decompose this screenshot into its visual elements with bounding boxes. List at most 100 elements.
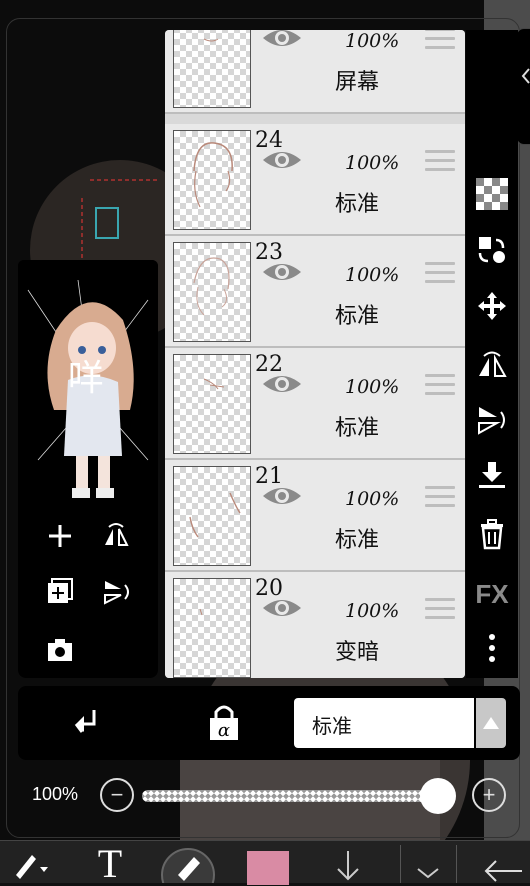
toolbar-divider [400, 845, 401, 883]
opacity-slider-row: 100% − + [18, 768, 520, 824]
clipping-button[interactable] [68, 704, 108, 744]
layer-thumbnail[interactable] [173, 130, 251, 230]
layer-blend-mode: 标准 [335, 304, 380, 329]
expand-menu-button[interactable] [408, 845, 448, 883]
text-tool-icon: T [97, 841, 123, 886]
drag-handle-icon[interactable] [425, 30, 455, 52]
layer-opacity: 100% [345, 376, 400, 398]
drag-handle-icon[interactable] [425, 598, 455, 622]
flip-horizontal-button[interactable] [474, 346, 510, 382]
layer-actions [18, 508, 158, 678]
alpha-lock-button[interactable]: α [204, 702, 244, 744]
down-arrow-button[interactable] [328, 845, 368, 883]
layer-blend-mode: 变暗 [335, 640, 380, 665]
eye-icon[interactable] [261, 258, 303, 286]
color-swatch-button[interactable] [246, 845, 290, 885]
eye-icon[interactable] [261, 30, 303, 52]
character-illustration: 咩 [18, 260, 158, 508]
blend-mode-select[interactable]: 标准 [294, 698, 474, 748]
drag-handle-icon[interactable] [425, 374, 455, 398]
more-vertical-icon [489, 634, 495, 662]
eye-icon[interactable] [261, 594, 303, 622]
eye-icon[interactable] [261, 370, 303, 398]
layer-list[interactable]: 25 100% 屏幕 24 100% 标准 23 [165, 30, 465, 678]
brush-tool-button[interactable] [10, 845, 54, 883]
layer-blend-mode: 屏幕 [335, 70, 380, 95]
eye-icon[interactable] [261, 146, 303, 174]
layer-blend-mode: 标准 [335, 528, 380, 553]
layer-thumbnail[interactable] [173, 242, 251, 342]
brush-settings-icon [16, 855, 48, 879]
collapse-panel-button[interactable] [516, 28, 530, 145]
flip-horizontal-icon [105, 523, 129, 546]
transparency-button[interactable] [474, 176, 510, 212]
plus-icon: + [482, 782, 496, 807]
flip-vertical-icon [478, 407, 505, 435]
camera-button[interactable] [42, 632, 78, 668]
move-button[interactable] [474, 288, 510, 324]
layer-row[interactable]: 21 100% 标准 [165, 460, 465, 572]
alpha-lock-icon: α [210, 705, 238, 741]
more-options-button[interactable] [474, 630, 510, 666]
layer-opacity: 100% [345, 600, 400, 622]
canvas-preview[interactable]: 咩 [18, 260, 158, 508]
flip-vertical-button[interactable] [474, 402, 510, 438]
layer-opacity: 100% [345, 264, 400, 286]
arrow-down-icon [337, 851, 359, 881]
blend-mode-value: 标准 [312, 714, 352, 738]
decrease-opacity-button[interactable]: − [100, 778, 134, 812]
layer-opacity: 100% [345, 30, 400, 52]
drag-handle-icon[interactable] [425, 486, 455, 510]
layer-thumbnail[interactable] [173, 578, 251, 678]
drag-handle-icon[interactable] [425, 262, 455, 286]
chevron-left-icon [521, 68, 530, 84]
chevron-down-icon [417, 868, 439, 879]
layer-row[interactable]: 23 100% 标准 [165, 236, 465, 348]
layer-opacity: 100% [345, 488, 400, 510]
arrow-left-icon [484, 860, 522, 882]
layer-swap-button[interactable] [474, 232, 510, 268]
layer-thumbnail[interactable] [173, 466, 251, 566]
pen-icon [161, 848, 215, 883]
flip-horizontal-button[interactable] [98, 518, 134, 554]
layer-row[interactable]: 22 100% 标准 [165, 348, 465, 460]
minus-icon: − [110, 782, 124, 807]
move-icon [478, 292, 506, 320]
trash-icon [481, 519, 503, 550]
flip-horizontal-icon [479, 351, 507, 377]
layer-properties-bar: α 标准 [18, 686, 520, 760]
increase-opacity-button[interactable]: + [472, 778, 506, 812]
layer-blend-mode: 标准 [335, 416, 380, 441]
text-tool-button[interactable]: T [88, 841, 132, 886]
duplicate-layer-button[interactable] [42, 574, 78, 610]
blend-mode-dropdown-button[interactable] [476, 698, 506, 748]
opacity-slider-knob[interactable] [420, 778, 456, 814]
merge-down-icon [479, 462, 505, 488]
layer-row[interactable]: 25 100% 屏幕 [165, 30, 465, 114]
delete-layer-button[interactable] [474, 516, 510, 552]
transparency-grid-icon [476, 178, 508, 210]
layer-row[interactable]: 24 100% 标准 [165, 124, 465, 236]
svg-text:咩: 咩 [68, 358, 104, 399]
eraser-tool-button[interactable] [160, 845, 216, 883]
layer-blend-mode: 标准 [335, 192, 380, 217]
clipping-arrow-icon [74, 710, 96, 733]
opacity-slider-track[interactable] [142, 790, 438, 802]
layer-tools-toolbar: FX [466, 30, 518, 678]
back-button[interactable] [478, 845, 526, 883]
opacity-value: 100% [32, 784, 79, 804]
layer-thumbnail[interactable] [173, 30, 251, 108]
flip-vertical-icon [104, 581, 129, 605]
add-layer-icon [49, 525, 71, 547]
merge-down-button[interactable] [474, 458, 510, 494]
drag-handle-icon[interactable] [425, 150, 455, 174]
layer-swap-icon [478, 237, 505, 263]
fx-icon: FX [475, 578, 509, 609]
layer-thumbnail[interactable] [173, 354, 251, 454]
eye-icon[interactable] [261, 482, 303, 510]
layer-row[interactable]: 20 100% 变暗 [165, 572, 465, 678]
svg-text:α: α [218, 720, 230, 741]
flip-vertical-button[interactable] [98, 574, 134, 610]
fx-button[interactable]: FX [474, 576, 510, 612]
add-layer-button[interactable] [42, 518, 78, 554]
